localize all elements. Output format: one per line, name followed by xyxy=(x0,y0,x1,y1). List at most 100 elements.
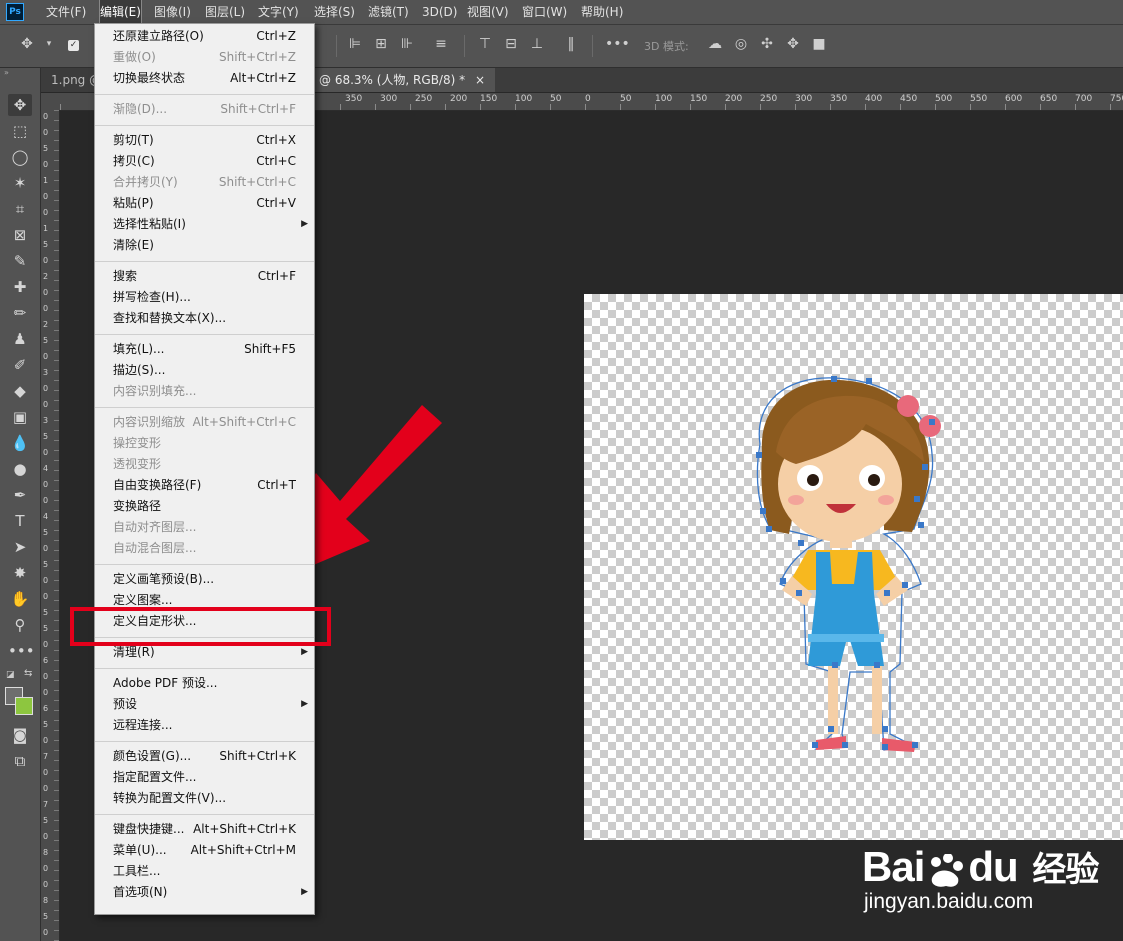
zoom-tool-icon[interactable]: ⚲ xyxy=(8,614,32,636)
hand-tool-icon[interactable]: ✋ xyxy=(8,588,32,610)
menu-item[interactable]: 拷贝(C) Ctrl+C xyxy=(95,151,314,172)
path-selection-tool-icon[interactable]: ➤ xyxy=(8,536,32,558)
menu-item[interactable]: 自由变换路径(F) Ctrl+T xyxy=(95,475,314,496)
more-options-icon[interactable]: ••• xyxy=(605,35,630,53)
type-tool-icon[interactable]: T xyxy=(8,510,32,532)
gradient-tool-icon[interactable]: ▣ xyxy=(8,406,32,428)
menu-item[interactable]: 变换路径 xyxy=(95,496,314,517)
move-tool-icon[interactable]: ✥ xyxy=(8,94,32,116)
menu-item[interactable]: 编辑(E) xyxy=(99,0,142,25)
frame-tool-icon[interactable]: ⊠ xyxy=(8,224,32,246)
menu-item[interactable]: Adobe PDF 预设... xyxy=(95,673,314,694)
lasso-tool-icon[interactable]: ◯ xyxy=(8,146,32,168)
menu-item: 渐隐(D)... Shift+Ctrl+F xyxy=(95,99,314,120)
menu-item[interactable]: 填充(L)... Shift+F5 xyxy=(95,339,314,360)
3d-scale-icon[interactable]: ■ xyxy=(810,35,828,53)
menu-item[interactable]: 搜索 Ctrl+F xyxy=(95,266,314,287)
ruler-tick-label: 0 xyxy=(43,288,49,297)
crop-tool-icon[interactable]: ⌗ xyxy=(8,198,32,220)
menu-item[interactable]: 切换最终状态 Alt+Ctrl+Z xyxy=(95,68,314,89)
3d-roll-icon[interactable]: ◎ xyxy=(732,35,750,53)
quick-mask-icon[interactable]: ◙ xyxy=(8,724,32,746)
vertical-ruler[interactable]: 0 0 5 0 1 0 0 1 5 0 2 0 0 2 5 0 3 0 0 3 5 0 4 0 0 4 5 0 5 0 0 5 5 0 6 0 0 6 5 0… xyxy=(41,110,60,941)
ruler-tick-label: 0 xyxy=(43,736,49,745)
menu-item-label: 拷贝(C) xyxy=(113,154,155,168)
menu-item[interactable]: 选择性粘贴(I) ▶ xyxy=(95,214,314,235)
dodge-tool-icon[interactable]: ● xyxy=(8,458,32,480)
menu-item[interactable]: 颜色设置(G)... Shift+Ctrl+K xyxy=(95,746,314,767)
background-color-swatch[interactable] xyxy=(15,697,33,715)
magic-wand-tool-icon[interactable]: ✶ xyxy=(8,172,32,194)
menu-item[interactable]: 剪切(T) Ctrl+X xyxy=(95,130,314,151)
ruler-tick-label: 50 xyxy=(620,94,632,104)
panel-collapse-icon[interactable]: » xyxy=(4,68,9,77)
eraser-tool-icon[interactable]: ◆ xyxy=(8,380,32,402)
clone-stamp-tool-icon[interactable]: ♟ xyxy=(8,328,32,350)
marquee-tool-icon[interactable]: ⬚ xyxy=(8,120,32,142)
chevron-down-icon[interactable]: ▾ xyxy=(40,35,58,53)
align-right-icon[interactable]: ⊪ xyxy=(398,35,416,53)
history-brush-tool-icon[interactable]: ✐ xyxy=(8,354,32,376)
menu-item[interactable]: 定义画笔预设(B)... xyxy=(95,569,314,590)
menu-item[interactable]: 图层(L) xyxy=(205,0,245,24)
tab-active-document[interactable]: @ 68.3% (人物, RGB/8) * × xyxy=(309,68,495,92)
swap-colors-icon[interactable]: ⇆ xyxy=(24,668,32,679)
menu-item[interactable]: 描边(S)... xyxy=(95,360,314,381)
menu-item[interactable]: 工具栏... xyxy=(95,861,314,882)
menu-item[interactable]: 菜单(U)... Alt+Shift+Ctrl+M xyxy=(95,840,314,861)
menu-item[interactable]: 窗口(W) xyxy=(522,0,567,24)
menu-item-label: 指定配置文件... xyxy=(113,770,197,784)
pen-tool-icon[interactable]: ✒ xyxy=(8,484,32,506)
custom-shape-tool-icon[interactable]: ✸ xyxy=(8,562,32,584)
menu-item[interactable]: 转换为配置文件(V)... xyxy=(95,788,314,809)
menu-item[interactable]: 视图(V) xyxy=(467,0,509,24)
auto-select-checkbox[interactable]: ✓ xyxy=(68,40,79,51)
default-colors-icon[interactable]: ◪ xyxy=(6,670,15,680)
move-icon[interactable]: ✥ xyxy=(18,35,36,53)
menu-item[interactable]: 文件(F) xyxy=(46,0,86,24)
menu-item[interactable]: 清除(E) xyxy=(95,235,314,256)
blur-tool-icon[interactable]: 💧 xyxy=(8,432,32,454)
menu-item[interactable]: 图像(I) xyxy=(154,0,191,24)
align-middle-icon[interactable]: ⊟ xyxy=(502,35,520,53)
menu-item[interactable]: 粘贴(P) Ctrl+V xyxy=(95,193,314,214)
distribute-horizontal-icon[interactable]: ≡ xyxy=(432,35,450,53)
screen-mode-icon[interactable]: ⧉ xyxy=(8,750,32,772)
menu-item[interactable]: 文字(Y) xyxy=(258,0,299,24)
menu-item[interactable]: 选择(S) xyxy=(314,0,355,24)
align-top-icon[interactable]: ⊤ xyxy=(476,35,494,53)
menu-item[interactable]: 首选项(N) ▶ xyxy=(95,882,314,903)
ruler-tick-label: 0 xyxy=(43,784,49,793)
menu-item[interactable]: 帮助(H) xyxy=(581,0,623,24)
menu-item[interactable]: 查找和替换文本(X)... xyxy=(95,308,314,329)
document-canvas[interactable] xyxy=(584,294,1123,840)
menu-item[interactable]: 拼写检查(H)... xyxy=(95,287,314,308)
menu-item[interactable]: 3D(D) xyxy=(422,0,457,24)
menu-item-label: 键盘快捷键... xyxy=(113,822,185,836)
brush-tool-icon[interactable]: ✏ xyxy=(8,302,32,324)
menu-item-label: 剪切(T) xyxy=(113,133,154,147)
menu-item[interactable]: 远程连接... xyxy=(95,715,314,736)
3d-slide-icon[interactable]: ✥ xyxy=(784,35,802,53)
menu-item[interactable]: 指定配置文件... xyxy=(95,767,314,788)
3d-orbit-icon[interactable]: ☁ xyxy=(706,35,724,53)
menu-item-shortcut: Alt+Ctrl+Z xyxy=(230,71,296,85)
menu-item[interactable]: 还原建立路径(O) Ctrl+Z xyxy=(95,26,314,47)
ruler-tick-label: 5 xyxy=(43,144,49,153)
edit-toolbar-icon[interactable]: ••• xyxy=(8,640,35,662)
healing-brush-tool-icon[interactable]: ✚ xyxy=(8,276,32,298)
distribute-vertical-icon[interactable]: ‖ xyxy=(562,35,580,53)
menu-item[interactable]: 预设 ▶ xyxy=(95,694,314,715)
eyedropper-tool-icon[interactable]: ✎ xyxy=(8,250,32,272)
menu-item-label: 粘贴(P) xyxy=(113,196,154,210)
align-left-icon[interactable]: ⊫ xyxy=(346,35,364,53)
close-icon[interactable]: × xyxy=(475,73,485,87)
menu-item[interactable]: 滤镜(T) xyxy=(368,0,409,24)
ruler-tick-label: 0 xyxy=(585,94,591,104)
menu-item: 自动混合图层... xyxy=(95,538,314,559)
menu-item-shortcut: Ctrl+V xyxy=(256,196,296,210)
3d-pan-icon[interactable]: ✣ xyxy=(758,35,776,53)
align-bottom-icon[interactable]: ⊥ xyxy=(528,35,546,53)
align-center-icon[interactable]: ⊞ xyxy=(372,35,390,53)
menu-item[interactable]: 键盘快捷键... Alt+Shift+Ctrl+K xyxy=(95,819,314,840)
